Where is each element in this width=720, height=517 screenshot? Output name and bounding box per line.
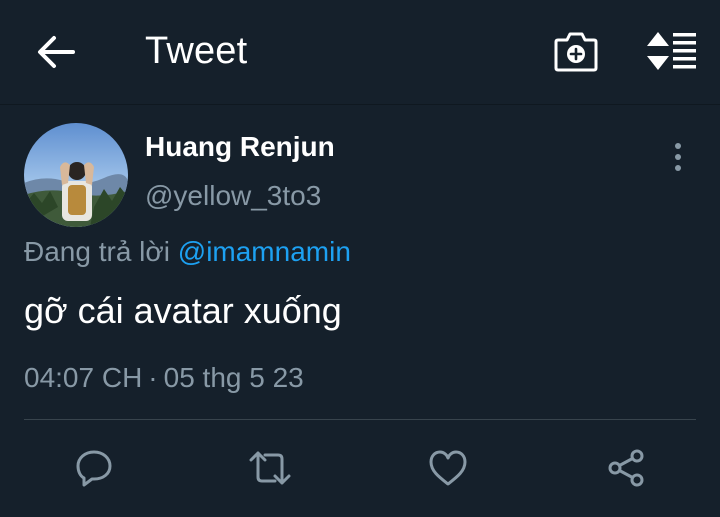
more-vertical-icon[interactable]: [664, 140, 692, 176]
tweet-time: 04:07 CH: [24, 362, 143, 393]
heart-icon[interactable]: [424, 446, 472, 490]
author-name[interactable]: Huang Renjun: [145, 131, 335, 163]
timestamp-separator: ·: [148, 362, 158, 393]
top-bar: Tweet: [0, 0, 720, 105]
divider: [24, 419, 696, 420]
reply-context: Đang trả lời @imamnamin: [24, 236, 351, 268]
arrow-left-icon[interactable]: [36, 32, 76, 72]
tweet-timestamp: 04:07 CH · 05 thg 5 23: [24, 362, 304, 394]
page-title: Tweet: [145, 30, 248, 72]
share-icon[interactable]: [602, 446, 650, 490]
tweet-date: 05 thg 5 23: [163, 362, 304, 393]
avatar[interactable]: [24, 123, 128, 227]
retweet-icon[interactable]: [246, 446, 294, 490]
reply-prefix: Đang trả lời: [24, 236, 170, 267]
reply-icon[interactable]: [70, 446, 118, 490]
reply-mention-link[interactable]: @imamnamin: [178, 236, 351, 267]
tweet-text: gỡ cái avatar xuống: [24, 290, 342, 331]
sort-list-icon[interactable]: [644, 30, 700, 72]
author-handle[interactable]: @yellow_3to3: [145, 180, 321, 212]
camera-plus-icon[interactable]: [553, 30, 599, 72]
